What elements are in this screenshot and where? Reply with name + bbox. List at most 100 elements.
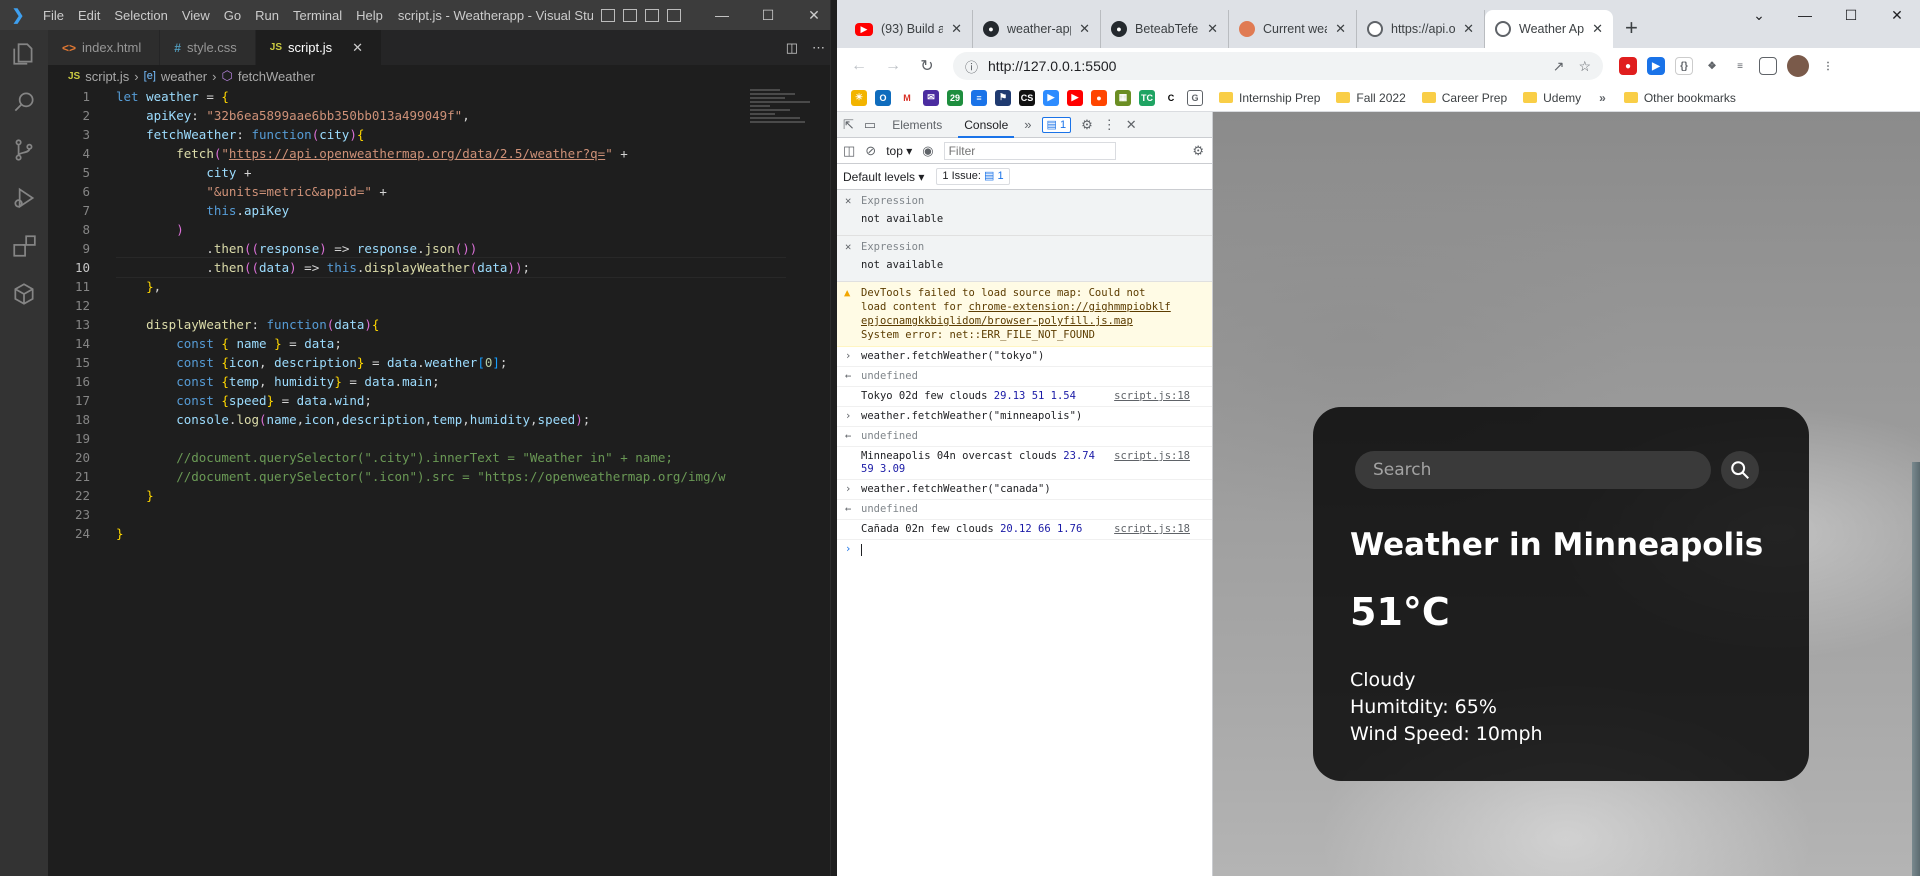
issues-badge[interactable]: ▤ 1 — [1041, 116, 1072, 133]
menu-edit[interactable]: Edit — [71, 8, 107, 23]
extension-red-icon[interactable]: ● — [1619, 57, 1637, 75]
extensions-puzzle-icon[interactable]: ❖ — [1703, 57, 1721, 75]
extension-braces-icon[interactable]: {} — [1675, 57, 1693, 75]
more-actions-icon[interactable]: ⋯ — [812, 40, 825, 56]
menu-run[interactable]: Run — [248, 8, 286, 23]
back-icon[interactable]: ← — [845, 57, 873, 75]
search-icon[interactable] — [0, 78, 48, 126]
browser-tab[interactable]: https://api.op ✕ — [1357, 10, 1485, 48]
source-link[interactable]: script.js:18 — [1114, 450, 1190, 463]
search-input[interactable] — [1355, 451, 1711, 489]
split-editor-icon[interactable]: ◫ — [786, 40, 798, 56]
code-line[interactable]: const {icon, description} = data.weather… — [116, 353, 786, 372]
menu-selection[interactable]: Selection — [107, 8, 174, 23]
code-line[interactable]: let weather = { — [116, 87, 786, 106]
zoom-icon[interactable]: ▶ — [1043, 89, 1059, 106]
outlook-icon[interactable]: O — [875, 89, 891, 106]
code-line[interactable]: //document.querySelector(".icon").src = … — [116, 467, 786, 486]
tab-elements[interactable]: Elements — [886, 112, 948, 138]
menu-help[interactable]: Help — [349, 8, 390, 23]
bookmark-folder[interactable]: Fall 2022 — [1336, 91, 1406, 105]
run-debug-icon[interactable] — [0, 174, 48, 222]
context-selector[interactable]: top ▾ — [886, 144, 912, 158]
close-tab-icon[interactable]: ✕ — [1592, 21, 1603, 37]
profile-avatar[interactable] — [1787, 55, 1809, 77]
live-expression-eye-icon[interactable]: ◉ — [922, 143, 933, 159]
code-line[interactable]: const { name } = data; — [116, 334, 786, 353]
minimize-button[interactable]: — — [699, 7, 745, 24]
code-editor[interactable]: 1 2 3 4 5 6 7 8 9 10 11 12 13 14 15 16 17 18 19 20 21 22 23 24 … — [48, 87, 837, 876]
code-line[interactable]: } — [116, 524, 786, 543]
tc-icon[interactable]: TC — [1139, 89, 1155, 106]
browser-tab[interactable]: ▶ (93) Build a W ✕ — [845, 10, 973, 48]
bookmark-folder[interactable]: Internship Prep — [1219, 91, 1320, 105]
code-line[interactable]: "&units=metric&appid=" + — [116, 182, 786, 201]
live-expression[interactable]: ✕ Expression not available — [837, 236, 1212, 282]
search-button[interactable] — [1721, 451, 1759, 489]
cs-icon[interactable]: CS — [1019, 89, 1035, 106]
code-line[interactable] — [116, 296, 786, 315]
code-line[interactable]: const {speed} = data.wind; — [116, 391, 786, 410]
code-line[interactable] — [116, 505, 786, 524]
menu-file[interactable]: File — [36, 8, 71, 23]
c-app-icon[interactable]: C — [1163, 89, 1179, 106]
close-tab-icon[interactable]: ✕ — [1335, 21, 1346, 37]
clear-console-icon[interactable]: ⊘ — [865, 143, 876, 159]
close-devtools-icon[interactable]: ✕ — [1126, 117, 1137, 133]
close-tab-icon[interactable]: ✕ — [352, 40, 363, 56]
close-tab-icon[interactable]: ✕ — [951, 21, 962, 37]
code-line[interactable]: } — [116, 486, 786, 505]
source-control-icon[interactable] — [0, 126, 48, 174]
code-line[interactable]: city + — [116, 163, 786, 182]
maximize-button[interactable]: ☐ — [1828, 0, 1874, 32]
extensions-icon[interactable] — [0, 222, 48, 270]
explorer-icon[interactable] — [0, 30, 48, 78]
code-line[interactable]: .then((data) => this.displayWeather(data… — [116, 257, 786, 278]
code-line[interactable]: displayWeather: function(data){ — [116, 315, 786, 334]
console-settings-gear-icon[interactable]: ⚙ — [1192, 143, 1212, 159]
code-line[interactable]: }, — [116, 277, 786, 296]
docs-icon[interactable]: ≡ — [971, 89, 987, 106]
log-levels-dropdown[interactable]: Default levels ▾ — [843, 170, 924, 184]
browser-tab[interactable]: ● BeteabTefera ✕ — [1101, 10, 1229, 48]
close-tab-icon[interactable]: ✕ — [1079, 21, 1090, 37]
bookmark-icon[interactable]: ⚑ — [995, 89, 1011, 106]
new-tab-button[interactable]: + — [1613, 10, 1650, 48]
mail-icon[interactable]: ✉ — [923, 89, 939, 106]
bookmark-folder[interactable]: Career Prep — [1421, 91, 1507, 105]
remote-explorer-icon[interactable] — [0, 270, 48, 318]
sidebar-toggle-icon[interactable]: ◫ — [843, 143, 855, 159]
code-line[interactable]: fetch("https://api.openweathermap.org/da… — [116, 144, 786, 163]
breadcrumb-method[interactable]: fetchWeather — [238, 69, 315, 84]
bookmark-sun-icon[interactable]: ☀ — [851, 89, 867, 106]
device-toolbar-icon[interactable]: ▭ — [864, 117, 876, 133]
more-bookmarks-icon[interactable]: » — [1599, 91, 1606, 105]
remove-expression-icon[interactable]: ✕ — [845, 195, 851, 207]
source-link[interactable]: script.js:18 — [1114, 523, 1190, 536]
breadcrumb-symbol[interactable]: weather — [161, 69, 207, 84]
console-output[interactable]: ✕ Expression not available ✕ Expression … — [837, 190, 1212, 560]
side-panel-icon[interactable] — [1759, 57, 1777, 75]
tab-script-js[interactable]: JS script.js ✕ — [255, 30, 382, 65]
other-bookmarks[interactable]: Other bookmarks — [1623, 91, 1736, 105]
forward-icon[interactable]: → — [879, 57, 907, 75]
tab-style-css[interactable]: # style.css — [160, 30, 256, 65]
more-tabs-icon[interactable]: » — [1024, 117, 1031, 132]
bookmark-star-icon[interactable]: ☆ — [1578, 58, 1591, 75]
console-prompt[interactable]: › — [837, 540, 1212, 560]
menu-go[interactable]: Go — [217, 8, 248, 23]
url-text[interactable]: http://127.0.0.1:5500 — [988, 58, 1116, 74]
chrome-menu-icon[interactable]: ⋮ — [1819, 57, 1837, 75]
tab-index-html[interactable]: <> index.html — [48, 30, 161, 65]
settings-gear-icon[interactable]: ⚙ — [1081, 117, 1093, 133]
maximize-button[interactable]: ☐ — [745, 7, 791, 24]
code-line[interactable]: const {temp, humidity} = data.main; — [116, 372, 786, 391]
g-app-icon[interactable]: G — [1187, 89, 1203, 106]
remove-expression-icon[interactable]: ✕ — [845, 241, 851, 253]
toggle-panel-icon[interactable] — [622, 8, 637, 22]
console-filter-input[interactable] — [943, 141, 1116, 160]
browser-tab-active[interactable]: Weather App ✕ — [1485, 10, 1613, 48]
browser-tab[interactable]: ● weather-app ✕ — [973, 10, 1101, 48]
issues-button[interactable]: 1 Issue: ▤ 1 — [936, 168, 1010, 185]
extension-blue-icon[interactable]: ▶ — [1647, 57, 1665, 75]
